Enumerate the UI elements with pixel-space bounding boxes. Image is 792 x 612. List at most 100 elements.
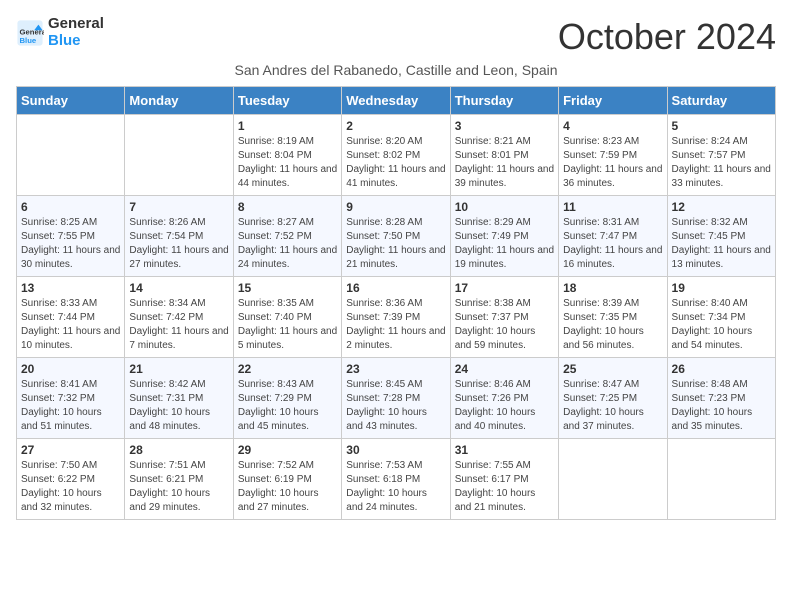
calendar-header-cell: Friday	[559, 87, 667, 115]
day-content: Sunrise: 8:24 AM Sunset: 7:57 PM Dayligh…	[672, 135, 771, 191]
day-number: 5	[672, 119, 771, 133]
day-number: 25	[563, 362, 662, 376]
calendar-table: SundayMondayTuesdayWednesdayThursdayFrid…	[16, 86, 776, 520]
day-number: 28	[129, 443, 228, 457]
day-number: 27	[21, 443, 120, 457]
logo-icon: General Blue	[16, 19, 44, 47]
day-content: Sunrise: 8:39 AM Sunset: 7:35 PM Dayligh…	[563, 297, 662, 353]
calendar-week-row: 13 Sunrise: 8:33 AM Sunset: 7:44 PM Dayli…	[17, 277, 776, 358]
calendar-cell: 18 Sunrise: 8:39 AM Sunset: 7:35 PM Dayli…	[559, 277, 667, 358]
day-number: 26	[672, 362, 771, 376]
day-content: Sunrise: 8:43 AM Sunset: 7:29 PM Dayligh…	[238, 378, 337, 434]
day-content: Sunrise: 8:45 AM Sunset: 7:28 PM Dayligh…	[346, 378, 445, 434]
day-content: Sunrise: 8:35 AM Sunset: 7:40 PM Dayligh…	[238, 297, 337, 353]
day-number: 9	[346, 200, 445, 214]
day-number: 12	[672, 200, 771, 214]
calendar-cell: 22 Sunrise: 8:43 AM Sunset: 7:29 PM Dayli…	[233, 358, 341, 439]
day-number: 16	[346, 281, 445, 295]
day-content: Sunrise: 7:51 AM Sunset: 6:21 PM Dayligh…	[129, 459, 228, 515]
day-number: 3	[455, 119, 554, 133]
calendar-header-cell: Wednesday	[342, 87, 450, 115]
calendar-cell: 9 Sunrise: 8:28 AM Sunset: 7:50 PM Daylig…	[342, 196, 450, 277]
calendar-cell: 29Sunrise: 7:52 AM Sunset: 6:19 PM Dayli…	[233, 439, 341, 520]
calendar-cell: 20 Sunrise: 8:41 AM Sunset: 7:32 PM Dayli…	[17, 358, 125, 439]
logo-line1: General	[48, 16, 104, 33]
day-number: 8	[238, 200, 337, 214]
day-content: Sunrise: 8:47 AM Sunset: 7:25 PM Dayligh…	[563, 378, 662, 434]
day-content: Sunrise: 8:48 AM Sunset: 7:23 PM Dayligh…	[672, 378, 771, 434]
calendar-header-cell: Sunday	[17, 87, 125, 115]
logo-line2: Blue	[48, 33, 104, 50]
day-content: Sunrise: 8:40 AM Sunset: 7:34 PM Dayligh…	[672, 297, 771, 353]
day-number: 22	[238, 362, 337, 376]
day-content: Sunrise: 8:19 AM Sunset: 8:04 PM Dayligh…	[238, 135, 337, 191]
calendar-cell: 8Sunrise: 8:27 AM Sunset: 7:52 PM Daylig…	[233, 196, 341, 277]
day-number: 4	[563, 119, 662, 133]
day-number: 21	[129, 362, 228, 376]
calendar-cell: 13 Sunrise: 8:33 AM Sunset: 7:44 PM Dayli…	[17, 277, 125, 358]
calendar-cell: 15 Sunrise: 8:35 AM Sunset: 7:40 PM Dayli…	[233, 277, 341, 358]
calendar-week-row: 20 Sunrise: 8:41 AM Sunset: 7:32 PM Dayli…	[17, 358, 776, 439]
calendar-cell: 6 Sunrise: 8:25 AM Sunset: 7:55 PM Daylig…	[17, 196, 125, 277]
calendar-cell: 30 Sunrise: 7:53 AM Sunset: 6:18 PM Dayli…	[342, 439, 450, 520]
calendar-cell: 17 Sunrise: 8:38 AM Sunset: 7:37 PM Dayli…	[450, 277, 558, 358]
calendar-cell: 7Sunrise: 8:26 AM Sunset: 7:54 PM Daylig…	[125, 196, 233, 277]
day-content: Sunrise: 8:38 AM Sunset: 7:37 PM Dayligh…	[455, 297, 554, 353]
day-content: Sunrise: 7:50 AM Sunset: 6:22 PM Dayligh…	[21, 459, 120, 515]
subtitle: San Andres del Rabanedo, Castille and Le…	[16, 62, 776, 78]
day-number: 1	[238, 119, 337, 133]
day-content: Sunrise: 8:41 AM Sunset: 7:32 PM Dayligh…	[21, 378, 120, 434]
calendar-cell: 21 Sunrise: 8:42 AM Sunset: 7:31 PM Dayli…	[125, 358, 233, 439]
day-content: Sunrise: 7:53 AM Sunset: 6:18 PM Dayligh…	[346, 459, 445, 515]
day-content: Sunrise: 8:23 AM Sunset: 7:59 PM Dayligh…	[563, 135, 662, 191]
calendar-header-row: SundayMondayTuesdayWednesdayThursdayFrid…	[17, 87, 776, 115]
day-content: Sunrise: 8:46 AM Sunset: 7:26 PM Dayligh…	[455, 378, 554, 434]
calendar-cell: 11 Sunrise: 8:31 AM Sunset: 7:47 PM Dayli…	[559, 196, 667, 277]
calendar-header-cell: Tuesday	[233, 87, 341, 115]
day-content: Sunrise: 8:31 AM Sunset: 7:47 PM Dayligh…	[563, 216, 662, 272]
day-number: 20	[21, 362, 120, 376]
month-title: October 2024	[558, 16, 776, 58]
calendar-cell	[17, 115, 125, 196]
day-number: 17	[455, 281, 554, 295]
calendar-header-cell: Thursday	[450, 87, 558, 115]
day-content: Sunrise: 8:26 AM Sunset: 7:54 PM Dayligh…	[129, 216, 228, 272]
calendar-cell: 5 Sunrise: 8:24 AM Sunset: 7:57 PM Daylig…	[667, 115, 775, 196]
day-number: 23	[346, 362, 445, 376]
calendar-header-cell: Monday	[125, 87, 233, 115]
day-number: 2	[346, 119, 445, 133]
calendar-cell: 31Sunrise: 7:55 AM Sunset: 6:17 PM Dayli…	[450, 439, 558, 520]
calendar-cell: 14Sunrise: 8:34 AM Sunset: 7:42 PM Dayli…	[125, 277, 233, 358]
day-content: Sunrise: 8:21 AM Sunset: 8:01 PM Dayligh…	[455, 135, 554, 191]
day-content: Sunrise: 8:42 AM Sunset: 7:31 PM Dayligh…	[129, 378, 228, 434]
day-number: 13	[21, 281, 120, 295]
calendar-week-row: 1 Sunrise: 8:19 AM Sunset: 8:04 PM Daylig…	[17, 115, 776, 196]
calendar-week-row: 27 Sunrise: 7:50 AM Sunset: 6:22 PM Dayli…	[17, 439, 776, 520]
day-number: 11	[563, 200, 662, 214]
day-content: Sunrise: 8:36 AM Sunset: 7:39 PM Dayligh…	[346, 297, 445, 353]
calendar-cell	[667, 439, 775, 520]
day-content: Sunrise: 8:32 AM Sunset: 7:45 PM Dayligh…	[672, 216, 771, 272]
day-number: 14	[129, 281, 228, 295]
calendar-cell: 10Sunrise: 8:29 AM Sunset: 7:49 PM Dayli…	[450, 196, 558, 277]
day-content: Sunrise: 8:25 AM Sunset: 7:55 PM Dayligh…	[21, 216, 120, 272]
day-number: 18	[563, 281, 662, 295]
header: General Blue General Blue October 2024	[16, 16, 776, 58]
day-content: Sunrise: 8:20 AM Sunset: 8:02 PM Dayligh…	[346, 135, 445, 191]
calendar-cell: 12 Sunrise: 8:32 AM Sunset: 7:45 PM Dayli…	[667, 196, 775, 277]
calendar-cell: 28 Sunrise: 7:51 AM Sunset: 6:21 PM Dayli…	[125, 439, 233, 520]
calendar-cell: 27 Sunrise: 7:50 AM Sunset: 6:22 PM Dayli…	[17, 439, 125, 520]
day-number: 15	[238, 281, 337, 295]
calendar-cell: 2 Sunrise: 8:20 AM Sunset: 8:02 PM Daylig…	[342, 115, 450, 196]
calendar-cell: 26 Sunrise: 8:48 AM Sunset: 7:23 PM Dayli…	[667, 358, 775, 439]
logo: General Blue General Blue	[16, 16, 104, 49]
calendar-week-row: 6 Sunrise: 8:25 AM Sunset: 7:55 PM Daylig…	[17, 196, 776, 277]
day-number: 24	[455, 362, 554, 376]
day-content: Sunrise: 7:55 AM Sunset: 6:17 PM Dayligh…	[455, 459, 554, 515]
day-number: 6	[21, 200, 120, 214]
calendar-cell: 24 Sunrise: 8:46 AM Sunset: 7:26 PM Dayli…	[450, 358, 558, 439]
calendar-cell: 23 Sunrise: 8:45 AM Sunset: 7:28 PM Dayli…	[342, 358, 450, 439]
day-content: Sunrise: 8:28 AM Sunset: 7:50 PM Dayligh…	[346, 216, 445, 272]
day-number: 30	[346, 443, 445, 457]
day-content: Sunrise: 8:33 AM Sunset: 7:44 PM Dayligh…	[21, 297, 120, 353]
